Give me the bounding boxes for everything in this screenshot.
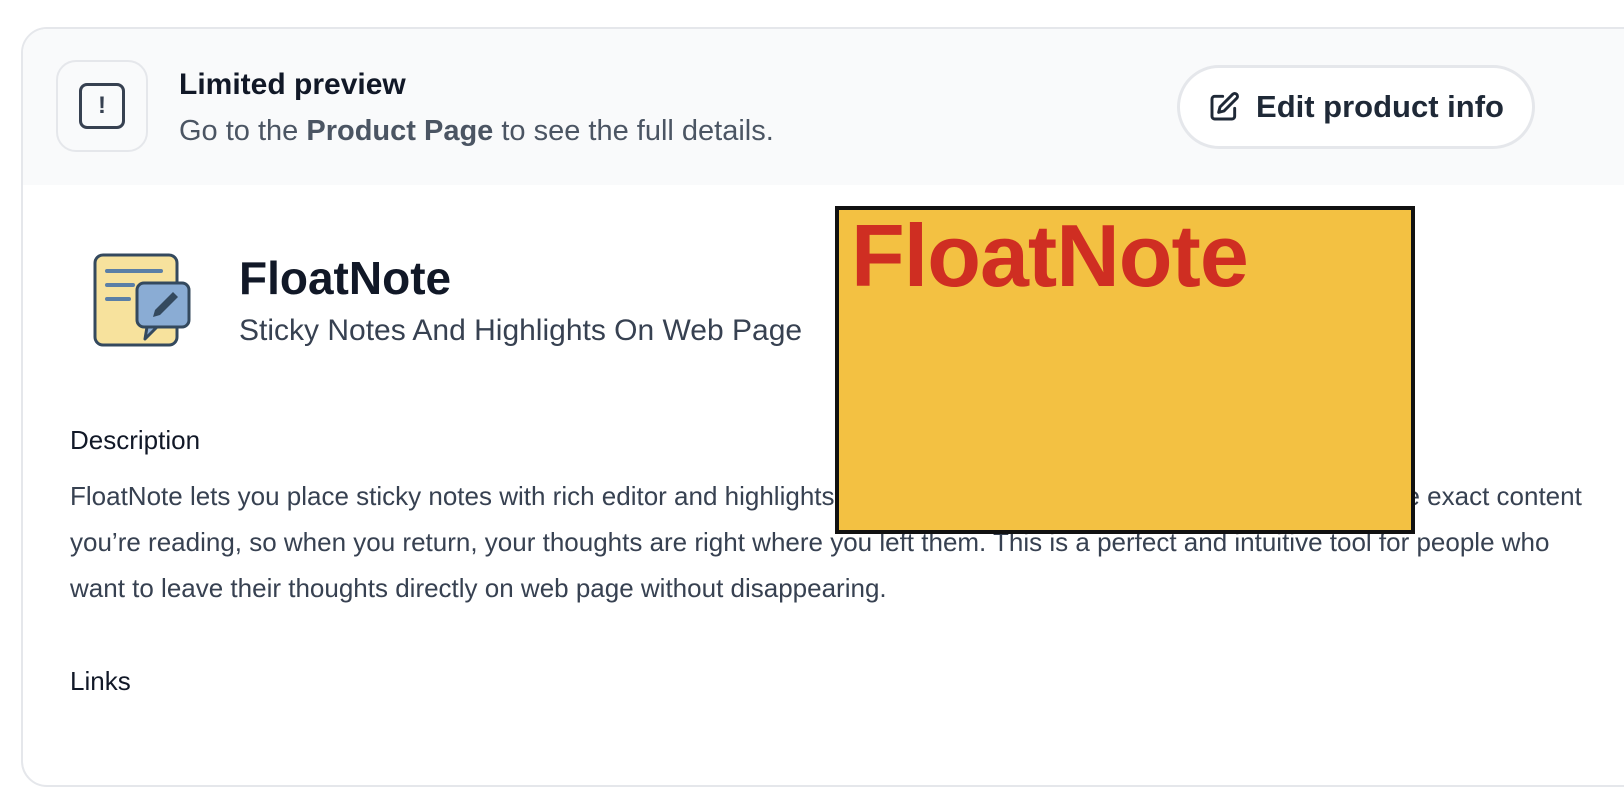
limited-preview-banner: ! Limited preview Go to the Product Page… <box>23 29 1624 185</box>
edit-icon <box>1210 92 1239 121</box>
edit-button-label: Edit product info <box>1256 89 1504 124</box>
product-name: FloatNote <box>239 252 452 304</box>
banner-text-before: Go to the <box>179 115 307 147</box>
product-tagline: Sticky Notes And Highlights On Web Page <box>239 314 803 347</box>
links-heading: Links <box>70 666 131 696</box>
exclamation-icon: ! <box>79 83 125 129</box>
description-heading: Description <box>70 425 201 455</box>
product-page-link[interactable]: Product Page <box>306 115 493 147</box>
floatnote-overlay: FloatNote <box>835 206 1415 534</box>
banner-text-after: to see the full details. <box>493 115 774 147</box>
edit-product-info-button[interactable]: Edit product info <box>1177 65 1535 149</box>
banner-message: Go to the Product Page to see the full d… <box>179 115 774 148</box>
alert-icon-box: ! <box>56 60 148 152</box>
note-edit-icon <box>93 253 191 347</box>
banner-title: Limited preview <box>179 68 406 101</box>
alert-symbol: ! <box>98 92 106 119</box>
overlay-title: FloatNote <box>851 206 1249 305</box>
